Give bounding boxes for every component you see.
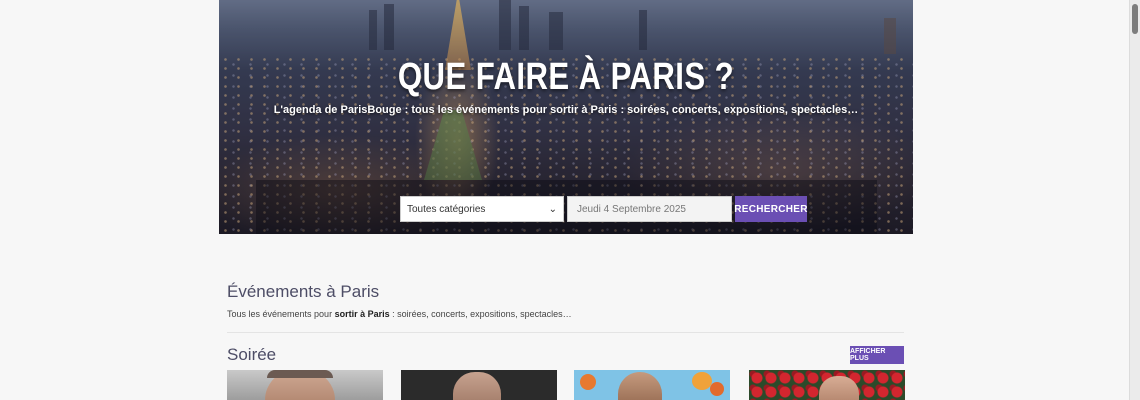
hero-banner: QUE FAIRE À PARIS ? L'agenda de ParisBou… xyxy=(219,0,913,234)
scrollbar-thumb[interactable] xyxy=(1132,4,1138,34)
search-bar: Toutes catégories ⌄ Jeudi 4 Septembre 20… xyxy=(256,180,877,234)
category-select-value: Toutes catégories xyxy=(407,203,486,215)
event-card-image[interactable] xyxy=(227,370,383,400)
event-card-image[interactable] xyxy=(574,370,730,400)
section-divider xyxy=(227,332,904,333)
event-card-image[interactable] xyxy=(401,370,557,400)
event-card-image[interactable] xyxy=(749,370,905,400)
search-button[interactable]: RECHERCHER xyxy=(734,196,807,222)
hero-subtitle: L'agenda de ParisBouge : tous les événem… xyxy=(273,104,859,116)
page-description: Tous les événements pour sortir à Paris … xyxy=(227,309,572,319)
date-input[interactable]: Jeudi 4 Septembre 2025 xyxy=(567,196,732,222)
date-input-value: Jeudi 4 Septembre 2025 xyxy=(577,203,686,215)
scrollbar[interactable] xyxy=(1129,0,1140,400)
page-title: Événements à Paris xyxy=(227,282,380,301)
hero-title: QUE FAIRE À PARIS ? xyxy=(397,56,735,98)
description-highlight: sortir à Paris xyxy=(334,309,390,319)
show-more-button[interactable]: AFFICHER PLUS xyxy=(850,346,904,364)
chevron-down-icon: ⌄ xyxy=(548,203,557,215)
category-select[interactable]: Toutes catégories ⌄ xyxy=(400,196,564,222)
category-title: Soirée xyxy=(227,345,277,364)
